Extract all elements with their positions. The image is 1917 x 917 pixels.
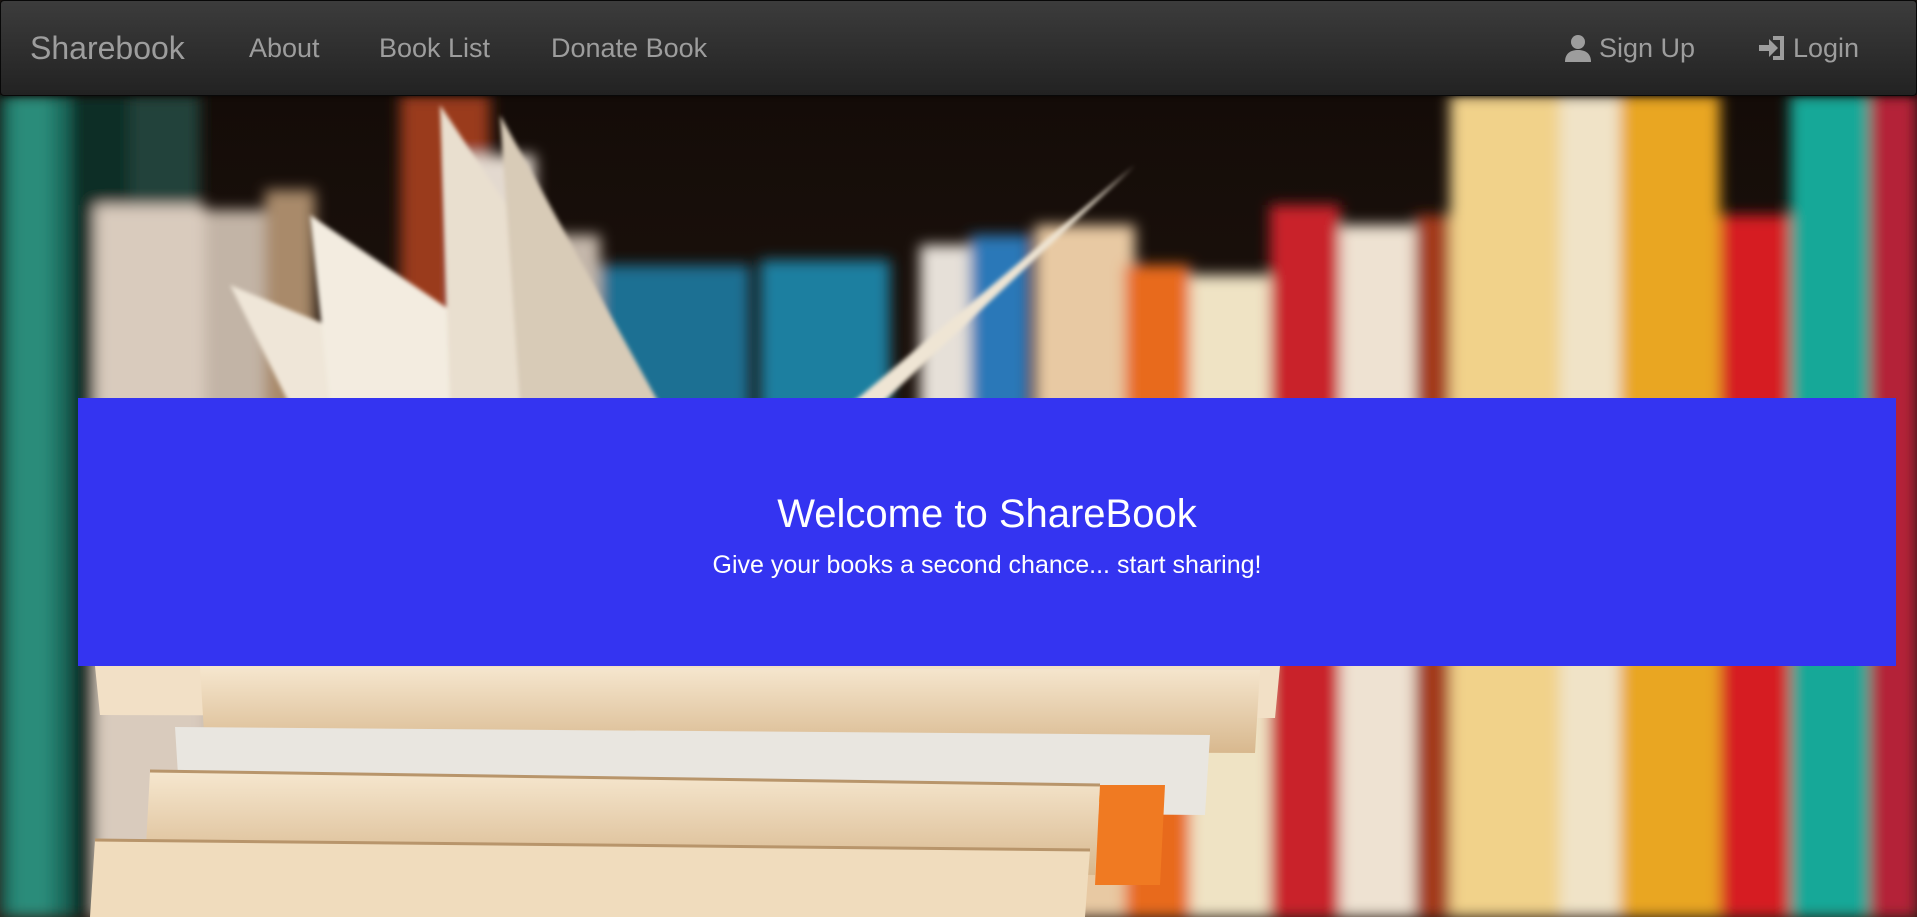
- welcome-title: Welcome to ShareBook: [777, 492, 1197, 536]
- nav-link-donate-book[interactable]: Donate Book: [551, 32, 707, 64]
- nav-link-about[interactable]: About: [249, 32, 320, 64]
- welcome-jumbotron: Welcome to ShareBook Give your books a s…: [78, 398, 1896, 666]
- welcome-subtitle: Give your books a second chance... start…: [712, 551, 1262, 579]
- user-icon: [1563, 33, 1593, 63]
- login-label: Login: [1793, 33, 1860, 63]
- nav-link-sign-up[interactable]: Sign Up: [1563, 32, 1695, 64]
- nav-link-book-list[interactable]: Book List: [379, 32, 490, 64]
- top-navbar: Sharebook About Book List Donate Book Si…: [0, 0, 1917, 96]
- login-icon: [1757, 33, 1787, 63]
- nav-link-login[interactable]: Login: [1757, 32, 1859, 64]
- sign-up-label: Sign Up: [1599, 33, 1696, 63]
- brand-link[interactable]: Sharebook: [30, 29, 185, 67]
